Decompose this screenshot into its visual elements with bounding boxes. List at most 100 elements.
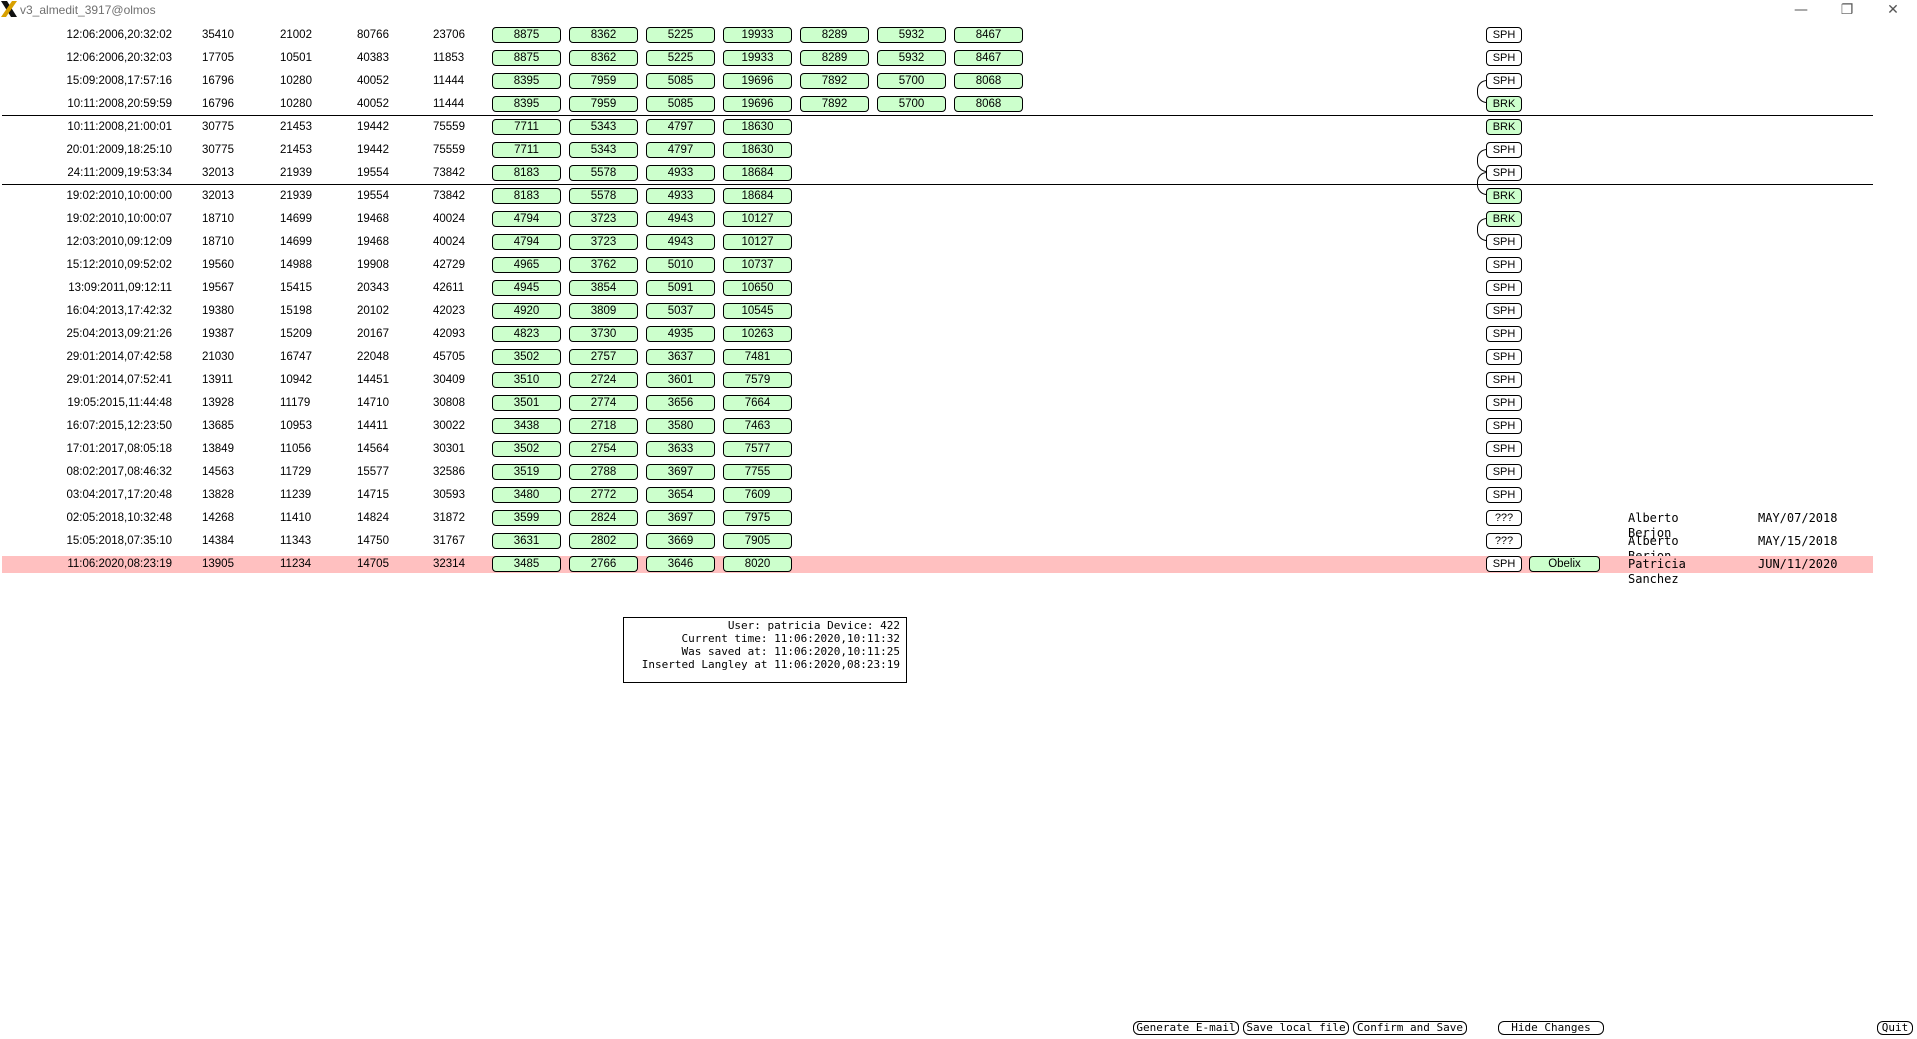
table-row[interactable]: 03:04:2017,17:20:48 13828 11239 14715 30593 3… (0, 485, 1917, 508)
editable-value-field[interactable]: 7577 (723, 441, 792, 457)
type-tag-button[interactable]: SPH (1486, 395, 1522, 411)
type-tag-button[interactable]: ??? (1486, 510, 1522, 526)
table-row[interactable]: 08:02:2017,08:46:32 14563 11729 15577 32586 3… (0, 462, 1917, 485)
editable-value-field[interactable]: 5700 (877, 73, 946, 89)
editable-value-field[interactable]: 18684 (723, 165, 792, 181)
editable-value-field[interactable]: 2802 (569, 533, 638, 549)
editable-value-field[interactable]: 3697 (646, 464, 715, 480)
editable-value-field[interactable]: 7481 (723, 349, 792, 365)
editable-value-field[interactable]: 7892 (800, 73, 869, 89)
editable-value-field[interactable]: 4797 (646, 142, 715, 158)
editable-value-field[interactable]: 2754 (569, 441, 638, 457)
editable-value-field[interactable]: 7892 (800, 96, 869, 112)
type-tag-button[interactable]: SPH (1486, 257, 1522, 273)
editable-value-field[interactable]: 8068 (954, 96, 1023, 112)
type-tag-button[interactable]: SPH (1486, 441, 1522, 457)
type-tag-button[interactable]: SPH (1486, 349, 1522, 365)
editable-value-field[interactable]: 3762 (569, 257, 638, 273)
type-tag-button[interactable]: SPH (1486, 326, 1522, 342)
editable-value-field[interactable]: 3809 (569, 303, 638, 319)
editable-value-field[interactable]: 19933 (723, 27, 792, 43)
editable-value-field[interactable]: 18630 (723, 119, 792, 135)
table-row[interactable]: 19:05:2015,11:44:48 13928 11179 14710 30808 3… (0, 393, 1917, 416)
editable-value-field[interactable]: 3510 (492, 372, 561, 388)
table-row[interactable]: 20:01:2009,18:25:10 30775 21453 19442 75559 7… (0, 140, 1917, 163)
type-tag-button[interactable]: SPH (1486, 464, 1522, 480)
editable-value-field[interactable]: 5343 (569, 119, 638, 135)
save-local-file-button[interactable]: Save local file (1243, 1021, 1349, 1035)
editable-value-field[interactable]: 2772 (569, 487, 638, 503)
editable-value-field[interactable]: 3646 (646, 556, 715, 572)
table-row[interactable]: 10:11:2008,20:59:59 16796 10280 40052 11444 8… (0, 94, 1917, 117)
table-row[interactable]: 12:06:2006,20:32:02 35410 21002 80766 23706 8… (0, 25, 1917, 48)
generate-email-button[interactable]: Generate E-mail (1133, 1021, 1239, 1035)
type-tag-button[interactable]: BRK (1486, 96, 1522, 112)
editable-value-field[interactable]: 10263 (723, 326, 792, 342)
editable-value-field[interactable]: 7463 (723, 418, 792, 434)
editable-value-field[interactable]: 3502 (492, 441, 561, 457)
editable-value-field[interactable]: 8875 (492, 50, 561, 66)
editable-value-field[interactable]: 3599 (492, 510, 561, 526)
type-tag-button[interactable]: SPH (1486, 142, 1522, 158)
editable-value-field[interactable]: 4794 (492, 211, 561, 227)
table-row[interactable]: 13:09:2011,09:12:11 19567 15415 20343 42611 4… (0, 278, 1917, 301)
editable-value-field[interactable]: 3723 (569, 234, 638, 250)
editable-value-field[interactable]: 5225 (646, 27, 715, 43)
editable-value-field[interactable]: 3480 (492, 487, 561, 503)
editable-value-field[interactable]: 5700 (877, 96, 946, 112)
editable-value-field[interactable]: 8020 (723, 556, 792, 572)
type-tag-button[interactable]: SPH (1486, 165, 1522, 181)
editable-value-field[interactable]: 4945 (492, 280, 561, 296)
table-row[interactable]: 19:02:2010,10:00:00 32013 21939 19554 73842 8… (0, 186, 1917, 209)
editable-value-field[interactable]: 4943 (646, 234, 715, 250)
table-row[interactable]: 19:02:2010,10:00:07 18710 14699 19468 40024 4… (0, 209, 1917, 232)
editable-value-field[interactable]: 4823 (492, 326, 561, 342)
device-field[interactable]: Obelix (1529, 556, 1600, 572)
editable-value-field[interactable]: 5932 (877, 27, 946, 43)
type-tag-button[interactable]: BRK (1486, 119, 1522, 135)
editable-value-field[interactable]: 10737 (723, 257, 792, 273)
editable-value-field[interactable]: 10127 (723, 211, 792, 227)
editable-value-field[interactable]: 4933 (646, 188, 715, 204)
editable-value-field[interactable]: 10127 (723, 234, 792, 250)
editable-value-field[interactable]: 3501 (492, 395, 561, 411)
editable-value-field[interactable]: 4933 (646, 165, 715, 181)
type-tag-button[interactable]: SPH (1486, 234, 1522, 250)
type-tag-button[interactable]: SPH (1486, 418, 1522, 434)
editable-value-field[interactable]: 5578 (569, 188, 638, 204)
table-row[interactable]: 15:12:2010,09:52:02 19560 14988 19908 42729 4… (0, 255, 1917, 278)
type-tag-button[interactable]: SPH (1486, 556, 1522, 572)
quit-button[interactable]: Quit (1877, 1021, 1913, 1035)
editable-value-field[interactable]: 2774 (569, 395, 638, 411)
editable-value-field[interactable]: 4943 (646, 211, 715, 227)
editable-value-field[interactable]: 5343 (569, 142, 638, 158)
editable-value-field[interactable]: 4935 (646, 326, 715, 342)
table-row[interactable]: 16:07:2015,12:23:50 13685 10953 14411 30022 3… (0, 416, 1917, 439)
editable-value-field[interactable]: 3637 (646, 349, 715, 365)
editable-value-field[interactable]: 8395 (492, 73, 561, 89)
editable-value-field[interactable]: 3601 (646, 372, 715, 388)
minimize-button[interactable]: — (1778, 0, 1824, 20)
close-button[interactable]: ✕ (1870, 0, 1916, 20)
editable-value-field[interactable]: 7975 (723, 510, 792, 526)
editable-value-field[interactable]: 10650 (723, 280, 792, 296)
editable-value-field[interactable]: 7579 (723, 372, 792, 388)
editable-value-field[interactable]: 4920 (492, 303, 561, 319)
editable-value-field[interactable]: 5091 (646, 280, 715, 296)
editable-value-field[interactable]: 10545 (723, 303, 792, 319)
editable-value-field[interactable]: 2724 (569, 372, 638, 388)
editable-value-field[interactable]: 8362 (569, 50, 638, 66)
table-row[interactable]: 29:01:2014,07:42:58 21030 16747 22048 45705 3… (0, 347, 1917, 370)
editable-value-field[interactable]: 5578 (569, 165, 638, 181)
editable-value-field[interactable]: 3669 (646, 533, 715, 549)
editable-value-field[interactable]: 7664 (723, 395, 792, 411)
editable-value-field[interactable]: 2824 (569, 510, 638, 526)
editable-value-field[interactable]: 5037 (646, 303, 715, 319)
editable-value-field[interactable]: 19696 (723, 96, 792, 112)
table-row[interactable]: 16:04:2013,17:42:32 19380 15198 20102 42023 4… (0, 301, 1917, 324)
table-row[interactable]: 12:06:2006,20:32:03 17705 10501 40383 11853 8… (0, 48, 1917, 71)
editable-value-field[interactable]: 3656 (646, 395, 715, 411)
editable-value-field[interactable]: 4797 (646, 119, 715, 135)
editable-value-field[interactable]: 7959 (569, 96, 638, 112)
editable-value-field[interactable]: 8289 (800, 50, 869, 66)
